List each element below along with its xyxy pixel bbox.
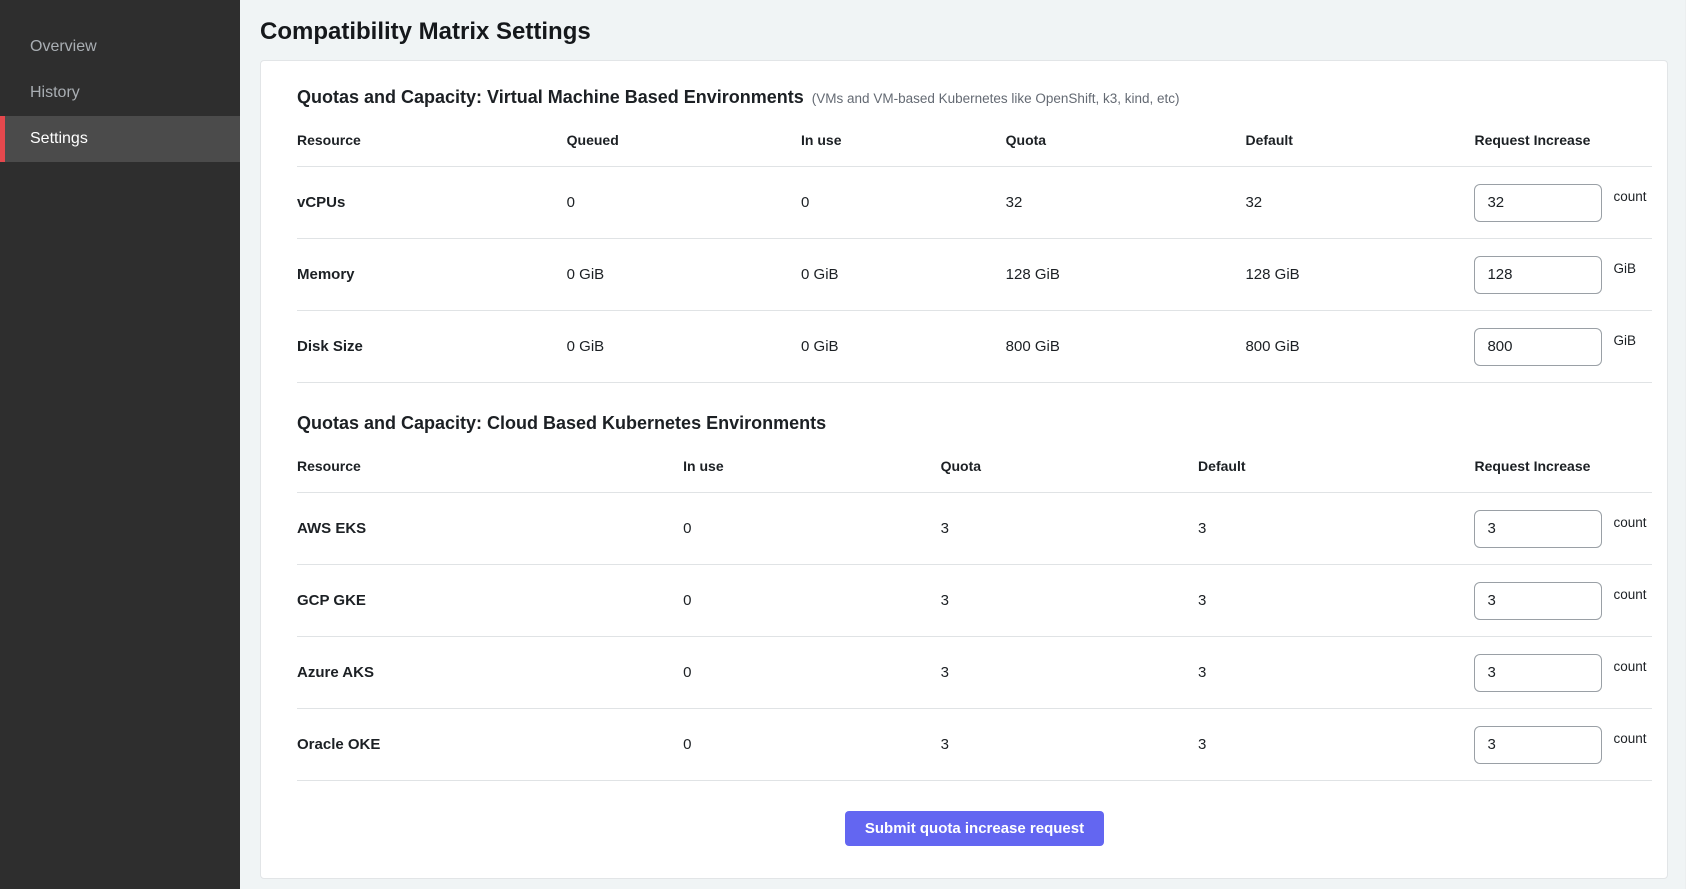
k8s-table-header: Resource In use Quota Default Request In… (297, 442, 1652, 493)
column-header-default: Default (1198, 458, 1474, 474)
in-use-cell: 0 (683, 736, 940, 753)
quota-cell: 3 (941, 592, 1198, 609)
request-increase-input[interactable] (1474, 582, 1602, 620)
column-header-quota: Quota (1006, 132, 1246, 148)
sidebar-nav: Overview History Settings (0, 24, 240, 162)
unit-label: count (1613, 587, 1646, 602)
column-header-default: Default (1245, 132, 1474, 148)
sidebar-item-overview[interactable]: Overview (0, 24, 240, 70)
unit-label: count (1613, 515, 1646, 530)
resource-cell: Disk Size (297, 338, 567, 355)
column-header-request-increase: Request Increase (1474, 458, 1652, 474)
in-use-cell: 0 (683, 664, 940, 681)
default-cell: 3 (1198, 736, 1474, 753)
submit-quota-increase-button[interactable]: Submit quota increase request (845, 811, 1104, 846)
request-increase-cell: count (1474, 510, 1652, 548)
sidebar-item-history[interactable]: History (0, 70, 240, 116)
default-cell: 32 (1245, 194, 1474, 211)
request-increase-input[interactable] (1474, 328, 1602, 366)
request-increase-input[interactable] (1474, 726, 1602, 764)
resource-cell: Azure AKS (297, 664, 683, 681)
unit-label: GiB (1613, 333, 1636, 348)
table-row: vCPUs 0 0 32 32 count (297, 167, 1652, 239)
column-header-resource: Resource (297, 458, 683, 474)
column-header-in-use: In use (683, 458, 940, 474)
request-increase-cell: GiB (1474, 256, 1652, 294)
sidebar-item-settings[interactable]: Settings (0, 116, 240, 162)
table-row: AWS EKS 0 3 3 count (297, 493, 1652, 565)
k8s-section-title-text: Quotas and Capacity: Cloud Based Kuberne… (297, 413, 826, 433)
quota-cell: 3 (941, 664, 1198, 681)
request-increase-input[interactable] (1474, 654, 1602, 692)
default-cell: 3 (1198, 664, 1474, 681)
settings-card: Quotas and Capacity: Virtual Machine Bas… (260, 60, 1668, 879)
scrollbar-track[interactable] (1685, 0, 1700, 889)
queued-cell: 0 GiB (567, 266, 801, 283)
request-increase-cell: count (1474, 582, 1652, 620)
card-footer: Submit quota increase request (297, 781, 1652, 858)
vm-section-title: Quotas and Capacity: Virtual Machine Bas… (297, 87, 1652, 108)
vm-section-title-text: Quotas and Capacity: Virtual Machine Bas… (297, 87, 804, 107)
default-cell: 3 (1198, 520, 1474, 537)
quota-cell: 32 (1006, 194, 1246, 211)
vm-quota-table: Resource Queued In use Quota Default Req… (297, 116, 1652, 383)
table-row: GCP GKE 0 3 3 count (297, 565, 1652, 637)
column-header-in-use: In use (801, 132, 1006, 148)
column-header-queued: Queued (567, 132, 801, 148)
resource-cell: GCP GKE (297, 592, 683, 609)
in-use-cell: 0 (683, 520, 940, 537)
resource-cell: Oracle OKE (297, 736, 683, 753)
quota-cell: 800 GiB (1006, 338, 1246, 355)
resource-cell: AWS EKS (297, 520, 683, 537)
request-increase-input[interactable] (1474, 256, 1602, 294)
table-row: Disk Size 0 GiB 0 GiB 800 GiB 800 GiB Gi… (297, 311, 1652, 383)
request-increase-input[interactable] (1474, 510, 1602, 548)
k8s-quota-table: Resource In use Quota Default Request In… (297, 442, 1652, 781)
table-row: Azure AKS 0 3 3 count (297, 637, 1652, 709)
main-content: Compatibility Matrix Settings Quotas and… (240, 0, 1700, 889)
unit-label: GiB (1613, 261, 1636, 276)
in-use-cell: 0 (683, 592, 940, 609)
vm-quotas-section: Quotas and Capacity: Virtual Machine Bas… (297, 87, 1652, 383)
unit-label: count (1613, 731, 1646, 746)
sidebar: Overview History Settings (0, 0, 240, 889)
in-use-cell: 0 GiB (801, 266, 1006, 283)
in-use-cell: 0 (801, 194, 1006, 211)
resource-cell: Memory (297, 266, 567, 283)
column-header-resource: Resource (297, 132, 567, 148)
vm-section-subtitle: (VMs and VM-based Kubernetes like OpenSh… (812, 91, 1180, 106)
unit-label: count (1613, 189, 1646, 204)
table-row: Oracle OKE 0 3 3 count (297, 709, 1652, 781)
k8s-quotas-section: Quotas and Capacity: Cloud Based Kuberne… (297, 413, 1652, 781)
quota-cell: 3 (941, 520, 1198, 537)
request-increase-cell: GiB (1474, 328, 1652, 366)
quota-cell: 128 GiB (1006, 266, 1246, 283)
vm-table-header: Resource Queued In use Quota Default Req… (297, 116, 1652, 167)
table-row: Memory 0 GiB 0 GiB 128 GiB 128 GiB GiB (297, 239, 1652, 311)
quota-cell: 3 (941, 736, 1198, 753)
request-increase-cell: count (1474, 726, 1652, 764)
request-increase-cell: count (1474, 654, 1652, 692)
column-header-request-increase: Request Increase (1474, 132, 1652, 148)
in-use-cell: 0 GiB (801, 338, 1006, 355)
request-increase-cell: count (1474, 184, 1652, 222)
default-cell: 128 GiB (1245, 266, 1474, 283)
queued-cell: 0 (567, 194, 801, 211)
resource-cell: vCPUs (297, 194, 567, 211)
column-header-quota: Quota (941, 458, 1198, 474)
default-cell: 3 (1198, 592, 1474, 609)
default-cell: 800 GiB (1245, 338, 1474, 355)
request-increase-input[interactable] (1474, 184, 1602, 222)
unit-label: count (1613, 659, 1646, 674)
page-title: Compatibility Matrix Settings (260, 18, 1700, 46)
k8s-section-title: Quotas and Capacity: Cloud Based Kuberne… (297, 413, 1652, 434)
queued-cell: 0 GiB (567, 338, 801, 355)
